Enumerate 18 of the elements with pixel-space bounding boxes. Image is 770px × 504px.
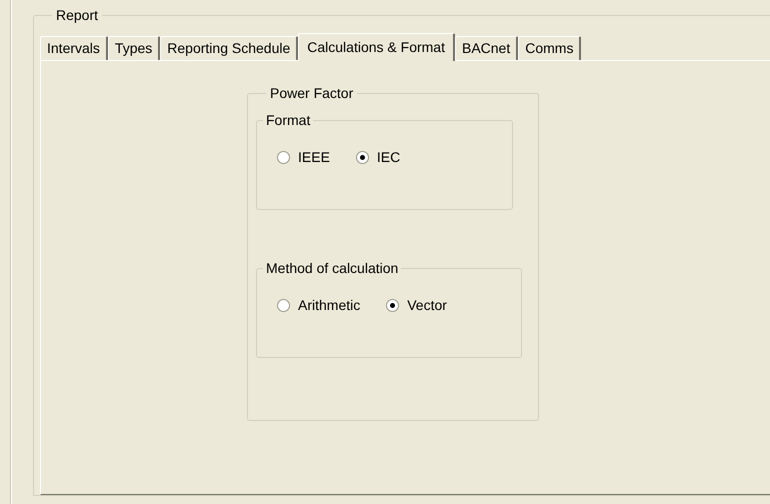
radio-option[interactable]: IEEE xyxy=(277,147,330,168)
group-title: Power Factor xyxy=(269,84,354,103)
radio-button[interactable] xyxy=(277,151,290,164)
tab[interactable]: Intervals xyxy=(40,36,108,60)
tab[interactable]: Reporting Schedule xyxy=(160,36,298,60)
radio-button[interactable] xyxy=(356,151,369,164)
tab[interactable]: Calculations & Format xyxy=(298,33,455,61)
report-title: Report xyxy=(55,6,100,25)
tab[interactable]: BACnet xyxy=(454,36,518,60)
tab[interactable]: Types xyxy=(108,36,160,60)
tab[interactable]: Comms xyxy=(518,36,582,60)
radio-button[interactable] xyxy=(386,299,400,312)
radio-option[interactable]: Arithmetic xyxy=(277,295,360,316)
group-title: Method of calculation xyxy=(265,259,400,278)
radio-option[interactable]: Vector xyxy=(386,295,447,316)
radio-option[interactable]: IEC xyxy=(356,147,400,168)
group-title: Format xyxy=(265,111,312,130)
radio-button[interactable] xyxy=(277,299,290,312)
